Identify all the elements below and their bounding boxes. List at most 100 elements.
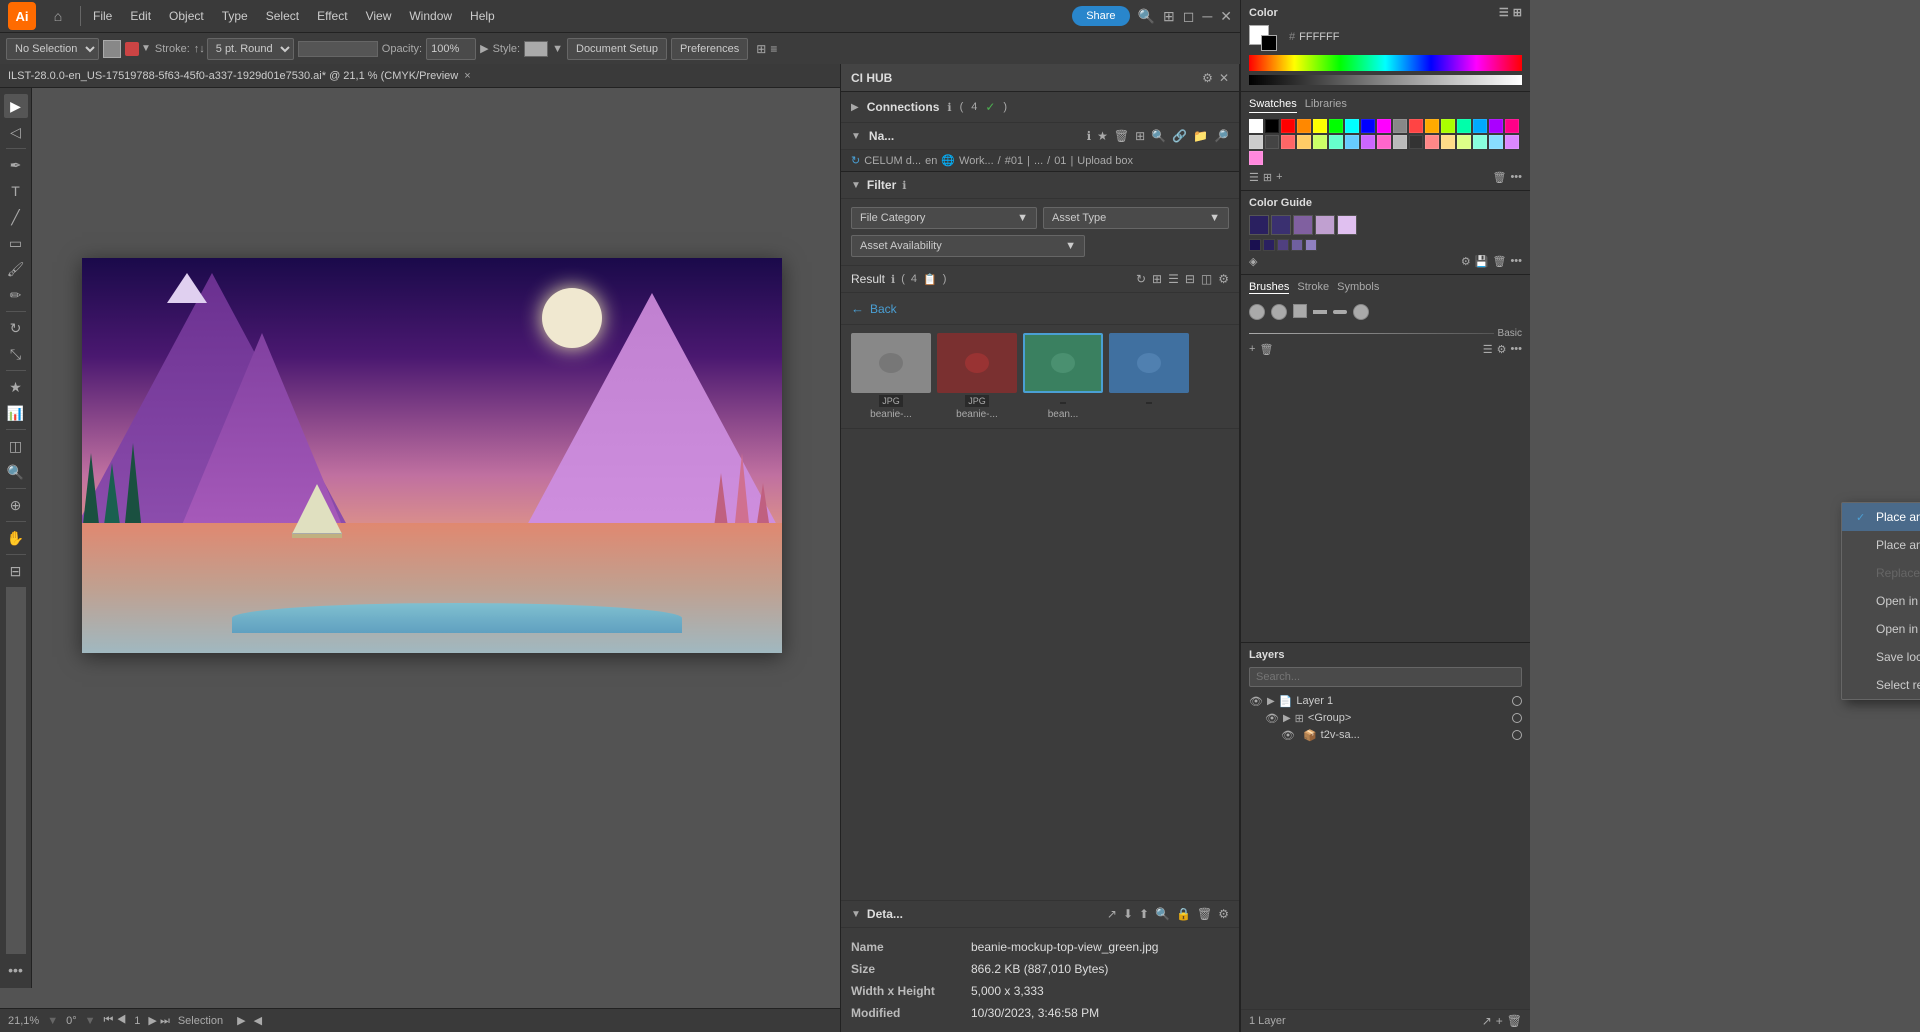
tab-libraries[interactable]: Libraries [1305,98,1347,113]
select-tool[interactable]: ▶ [4,94,28,118]
search-icon[interactable]: 🔍 [1138,8,1155,25]
menu-view[interactable]: View [358,5,400,27]
breadcrumb-celum[interactable]: CELUM d... [864,155,921,167]
swatch-cell-22[interactable] [1329,135,1343,149]
menu-type[interactable]: Type [214,5,256,27]
guide-small-swatch[interactable] [1263,239,1275,251]
graph-tool[interactable]: 📊 [4,401,28,425]
swatch-list-icon[interactable]: ⊞ [1263,171,1272,184]
swatch-cell-17[interactable] [1249,135,1263,149]
nav-search-icon[interactable]: 🔎 [1214,129,1229,143]
swatch-cell-15[interactable] [1489,119,1503,133]
doc-setup-btn[interactable]: Document Setup [567,38,667,60]
swatch-cell-1[interactable] [1265,119,1279,133]
swatch-cell-2[interactable] [1281,119,1295,133]
swatch-cell-24[interactable] [1361,135,1375,149]
nav-info-icon[interactable]: ℹ [1087,129,1092,143]
stroke-color[interactable] [125,42,139,56]
details-download-icon[interactable]: ⬇ [1123,907,1133,921]
swatch-cell-16[interactable] [1505,119,1519,133]
swatch-cell-18[interactable] [1265,135,1279,149]
thumbnail-3[interactable]: bean... [1023,333,1103,420]
hand-tool[interactable]: ✋ [4,526,28,550]
close-icon[interactable]: ✕ [1220,8,1232,25]
scale-tool[interactable]: ⤡ [4,342,28,366]
color-hex-value[interactable]: FFFFFF [1299,31,1339,43]
opacity-input[interactable] [426,38,476,60]
direct-select-tool[interactable]: ◁ [4,120,28,144]
minimize-icon[interactable]: ─ [1202,8,1212,24]
pen-tool[interactable]: ✒ [4,153,28,177]
color-guide-save-icon[interactable]: 💾 [1475,255,1489,268]
menu-edit[interactable]: Edit [122,5,159,27]
details-settings-icon[interactable]: ⚙ [1218,907,1229,921]
swatch-cell-5[interactable] [1329,119,1343,133]
brush-square-1[interactable] [1293,304,1307,318]
result-settings-icon[interactable]: ⚙ [1218,272,1229,286]
layer-1-vis-icon[interactable]: 👁 [1249,695,1263,708]
nav-link-icon[interactable]: 🔗 [1172,129,1187,143]
swatch-cell-34[interactable] [1249,151,1263,165]
color-guide-harmonize-icon[interactable]: ◈ [1249,255,1257,268]
expand-icon[interactable]: ◀ [254,1014,262,1027]
brush-tool[interactable]: 🖌 [4,257,28,281]
swatch-cell-10[interactable] [1409,119,1423,133]
result-refresh-icon[interactable]: ↻ [1136,272,1146,286]
asset-availability-dropdown[interactable]: Asset Availability ▼ [851,235,1085,257]
rect-tool[interactable]: ▭ [4,231,28,255]
swatch-cell-3[interactable] [1297,119,1311,133]
swatch-cell-29[interactable] [1441,135,1455,149]
swatch-add-icon[interactable]: + [1276,171,1282,184]
swatch-cell-23[interactable] [1345,135,1359,149]
menu-help[interactable]: Help [462,5,503,27]
layers-make-clip-icon[interactable]: ↗ [1482,1014,1492,1028]
brush-line-1[interactable] [1313,310,1327,314]
swatch-cell-13[interactable] [1457,119,1471,133]
connections-row[interactable]: ▶ Connections ℹ ( 4 ✓ ) [841,92,1239,123]
tab-brushes[interactable]: Brushes [1249,281,1289,294]
symbol-tool[interactable]: ★ [4,375,28,399]
brush-delete-icon[interactable]: 🗑 [1259,343,1273,356]
swatch-cell-4[interactable] [1313,119,1327,133]
breadcrumb-upload[interactable]: Upload box [1077,155,1133,167]
ci-hub-close-icon[interactable]: ✕ [1219,71,1229,85]
tab-symbols[interactable]: Symbols [1337,281,1379,294]
swatch-cell-14[interactable] [1473,119,1487,133]
color-guide-settings-icon[interactable]: ⚙ [1461,255,1471,268]
details-chevron[interactable]: ▼ [851,909,861,920]
swatch-cell-30[interactable] [1457,135,1471,149]
guide-small-swatch[interactable] [1305,239,1317,251]
opacity-expand[interactable]: ▶ [480,42,488,55]
swatch-delete-icon[interactable]: 🗑 [1492,171,1506,184]
ctx-save-local[interactable]: Save local [1842,643,1920,671]
brush-dot-2[interactable] [1271,304,1287,320]
swatch-more-icon[interactable]: ••• [1510,171,1522,184]
color-guide-more-icon[interactable]: ••• [1510,255,1522,268]
line-tool[interactable]: ╱ [4,205,28,229]
layer-2-expand-icon[interactable]: ▶ [1283,713,1291,724]
color-panel-arrange-icon[interactable]: ⊞ [1513,6,1522,19]
brush-line-2[interactable] [1333,310,1347,314]
file-category-dropdown[interactable]: File Category ▼ [851,207,1037,229]
ctx-select-rendition[interactable]: Select rendition [1842,671,1920,699]
guide-swatch-5[interactable] [1337,215,1357,235]
color-brightness[interactable] [1249,75,1522,85]
details-zoom-icon[interactable]: 🔍 [1155,907,1170,921]
breadcrumb-01[interactable]: #01 [1005,155,1023,167]
swatch-cell-11[interactable] [1425,119,1439,133]
color-guide-delete-icon[interactable]: 🗑 [1492,255,1506,268]
layers-delete-icon[interactable]: 🗑 [1507,1014,1522,1028]
swatch-cell-31[interactable] [1473,135,1487,149]
type-tool[interactable]: T [4,179,28,203]
maximize-icon[interactable]: ◻ [1183,8,1195,25]
play-icon[interactable]: ▶ [237,1014,245,1027]
swatch-cell-25[interactable] [1377,135,1391,149]
style-expand[interactable]: ▼ [552,43,563,55]
result-list-icon[interactable]: ☰ [1168,272,1179,286]
preferences-btn[interactable]: Preferences [671,38,748,60]
nav-zoom-icon[interactable]: 🔍 [1151,129,1166,143]
back-button[interactable]: ← Back [841,293,1239,325]
menu-file[interactable]: File [85,5,120,27]
arrange-icon[interactable]: ≡ [770,42,777,56]
nav-chevron[interactable]: ▼ [851,131,861,142]
